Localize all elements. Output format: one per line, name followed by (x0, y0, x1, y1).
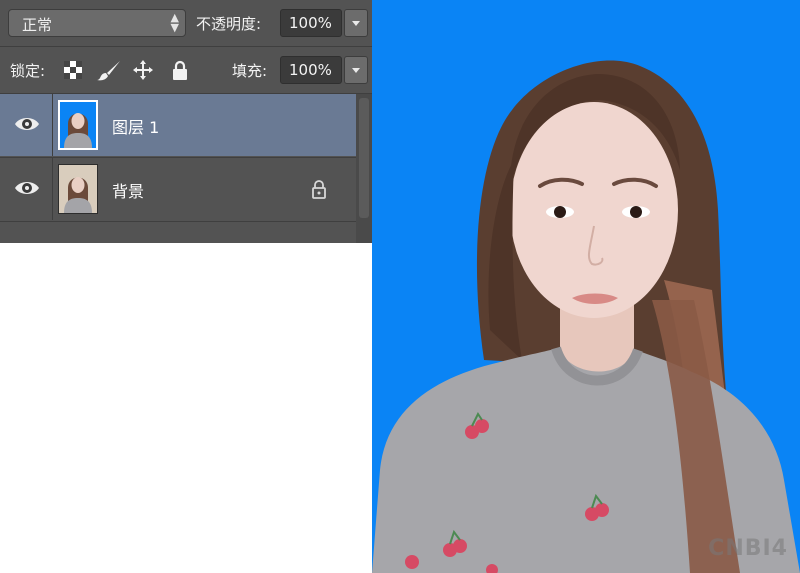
blend-opacity-row: 正常 ▲ ▼ 不透明度: 100% (0, 0, 372, 46)
blend-mode-select[interactable]: 正常 ▲ ▼ (8, 9, 186, 37)
blend-mode-value: 正常 (22, 16, 53, 34)
layers-panel: 正常 ▲ ▼ 不透明度: 100% 锁定: 填充: 100% 图层 1 背景 (0, 0, 372, 243)
lock-transparent-pixels-icon[interactable] (62, 59, 84, 81)
opacity-label: 不透明度: (196, 15, 262, 33)
lock-all-icon[interactable] (169, 59, 191, 81)
opacity-input[interactable]: 100% (280, 9, 342, 37)
layer-row-background[interactable]: 背景 (0, 158, 356, 220)
layer-lock-icon (312, 180, 326, 199)
watermark: CNBI4 (708, 536, 788, 561)
layer-row-layer-1[interactable]: 图层 1 (0, 94, 356, 156)
layer-name: 图层 1 (112, 118, 160, 137)
visibility-eye-icon[interactable] (14, 114, 40, 134)
layer-thumbnail (58, 100, 98, 150)
lock-position-icon[interactable] (132, 59, 154, 81)
divider (52, 94, 53, 156)
lock-image-pixels-icon[interactable] (96, 59, 122, 81)
divider (52, 158, 53, 220)
fill-dropdown-button[interactable] (344, 56, 368, 84)
select-arrows-icon: ▲ ▼ (170, 11, 179, 34)
visibility-eye-icon[interactable] (14, 178, 40, 198)
lock-fill-row: 锁定: 填充: 100% (0, 47, 372, 93)
lock-label: 锁定: (10, 62, 46, 80)
layer-thumbnail (58, 164, 98, 214)
fill-input[interactable]: 100% (280, 56, 342, 84)
opacity-dropdown-button[interactable] (344, 9, 368, 37)
fill-label: 填充: (232, 62, 268, 80)
divider (0, 221, 372, 222)
canvas-photo: CNBI4 (372, 0, 800, 573)
portrait-image (372, 0, 800, 573)
layer-name: 背景 (112, 182, 145, 201)
layers-scrollbar[interactable] (356, 94, 372, 243)
